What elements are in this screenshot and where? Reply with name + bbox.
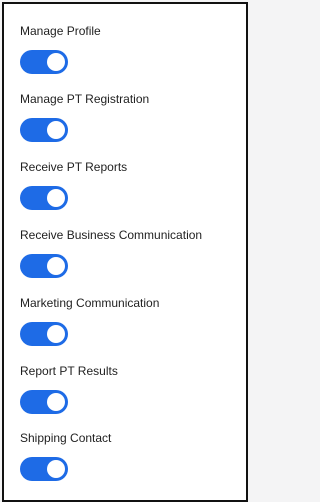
toggle-knob (47, 460, 65, 478)
toggle-knob (47, 325, 65, 343)
permission-label: Manage PT Registration (20, 92, 150, 106)
toggle-knob (47, 53, 65, 71)
permission-item-report-pt-results: Report PT Results (4, 364, 246, 424)
shipping-contact-toggle[interactable] (20, 457, 68, 481)
marketing-communication-toggle[interactable] (20, 322, 68, 346)
permission-label: Manage Profile (20, 24, 101, 38)
permission-label: Receive PT Reports (20, 160, 128, 174)
permission-item-shipping-contact: Shipping Contact (4, 431, 246, 491)
toggle-knob (47, 189, 65, 207)
toggle-knob (47, 121, 65, 139)
permission-label: Marketing Communication (20, 296, 160, 310)
permission-item-manage-profile: Manage Profile (4, 24, 246, 84)
permissions-panel: Manage Profile Manage PT Registration Re… (2, 2, 248, 502)
toggle-knob (47, 257, 65, 275)
toggle-knob (47, 393, 65, 411)
permission-item-receive-business-communication: Receive Business Communication (4, 228, 246, 288)
permission-item-marketing-communication: Marketing Communication (4, 296, 246, 356)
report-pt-results-toggle[interactable] (20, 390, 68, 414)
receive-business-communication-toggle[interactable] (20, 254, 68, 278)
permission-item-manage-pt-registration: Manage PT Registration (4, 92, 246, 152)
permission-label: Shipping Contact (20, 431, 112, 445)
manage-profile-toggle[interactable] (20, 50, 68, 74)
permission-item-receive-pt-reports: Receive PT Reports (4, 160, 246, 220)
receive-pt-reports-toggle[interactable] (20, 186, 68, 210)
permission-label: Receive Business Communication (20, 228, 203, 242)
manage-pt-registration-toggle[interactable] (20, 118, 68, 142)
permission-label: Report PT Results (20, 364, 118, 378)
